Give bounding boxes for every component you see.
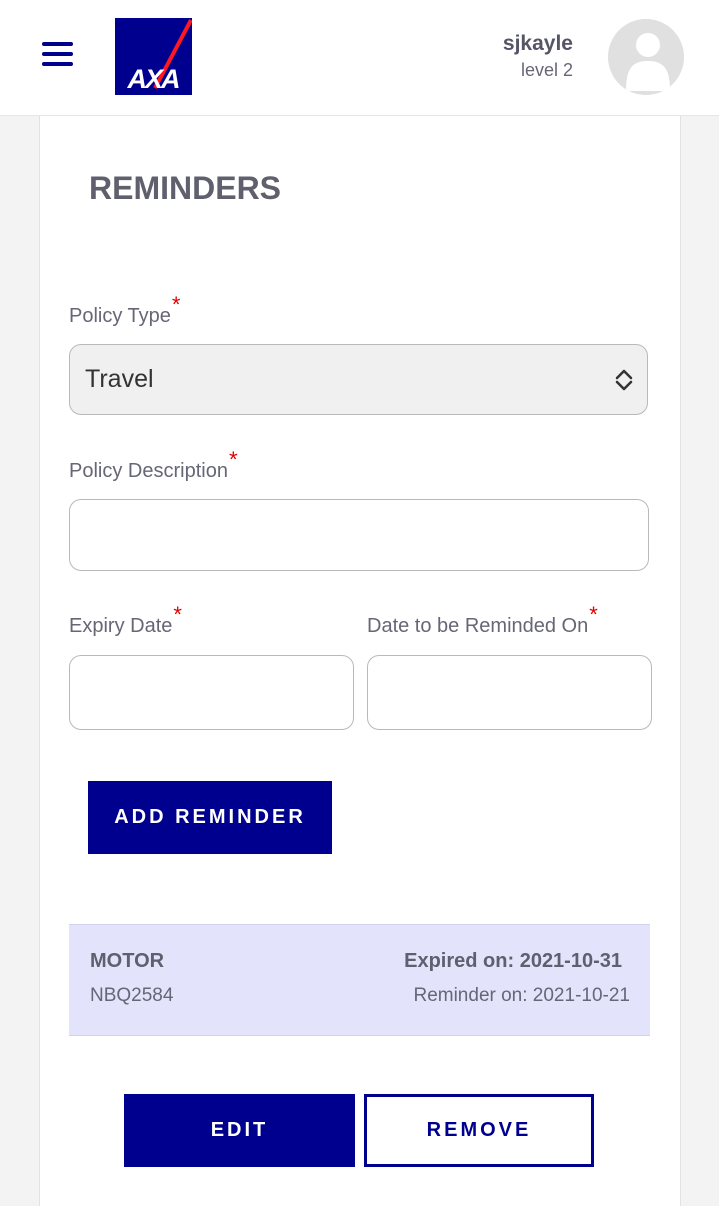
required-marker: * — [228, 447, 238, 472]
user-level: level 2 — [520, 60, 573, 80]
list-item[interactable]: MOTOR NBQ2584 Expired on: 2021-10-31 Rem… — [69, 924, 650, 1036]
policy-description-label-text: Policy Description — [69, 460, 228, 482]
edit-button[interactable]: EDIT — [124, 1094, 355, 1167]
remind-date-label: Date to be Reminded On* — [367, 602, 598, 638]
reminder-policy-description: NBQ2584 — [90, 985, 174, 1006]
expiry-date-label-text: Expiry Date — [69, 615, 173, 637]
reminder-expired-date: Expired on: 2021-10-31 — [404, 950, 622, 972]
hamburger-menu-icon[interactable] — [42, 42, 73, 66]
policy-description-input[interactable] — [69, 499, 649, 571]
policy-type-selected-value: Travel — [85, 365, 154, 393]
policy-type-label-text: Policy Type — [69, 305, 171, 327]
expiry-date-input[interactable] — [69, 655, 354, 730]
required-marker: * — [171, 292, 181, 317]
avatar[interactable] — [608, 19, 684, 95]
remind-date-input[interactable] — [367, 655, 652, 730]
required-marker: * — [589, 602, 598, 627]
policy-type-select[interactable]: Travel — [69, 344, 648, 415]
remind-date-label-text: Date to be Reminded On — [367, 615, 589, 637]
reminder-remind-date: Reminder on: 2021-10-21 — [413, 985, 630, 1006]
axa-logo-text: AXA — [126, 64, 179, 94]
axa-logo: AXA — [115, 18, 192, 95]
add-reminder-button[interactable]: ADD REMINDER — [88, 781, 332, 854]
reminder-policy-type: MOTOR — [90, 950, 165, 972]
required-marker: * — [173, 602, 182, 627]
user-name: sjkayle — [502, 32, 573, 55]
policy-description-label: Policy Description* — [69, 447, 238, 483]
app-header: AXA sjkayle level 2 — [0, 0, 719, 116]
up-down-chevron-icon — [615, 369, 633, 391]
user-silhouette-icon — [608, 19, 684, 95]
policy-type-label: Policy Type* — [69, 292, 180, 328]
remove-button[interactable]: REMOVE — [364, 1094, 594, 1167]
page-title: REMINDERS — [89, 170, 282, 206]
expiry-date-label: Expiry Date* — [69, 602, 182, 638]
